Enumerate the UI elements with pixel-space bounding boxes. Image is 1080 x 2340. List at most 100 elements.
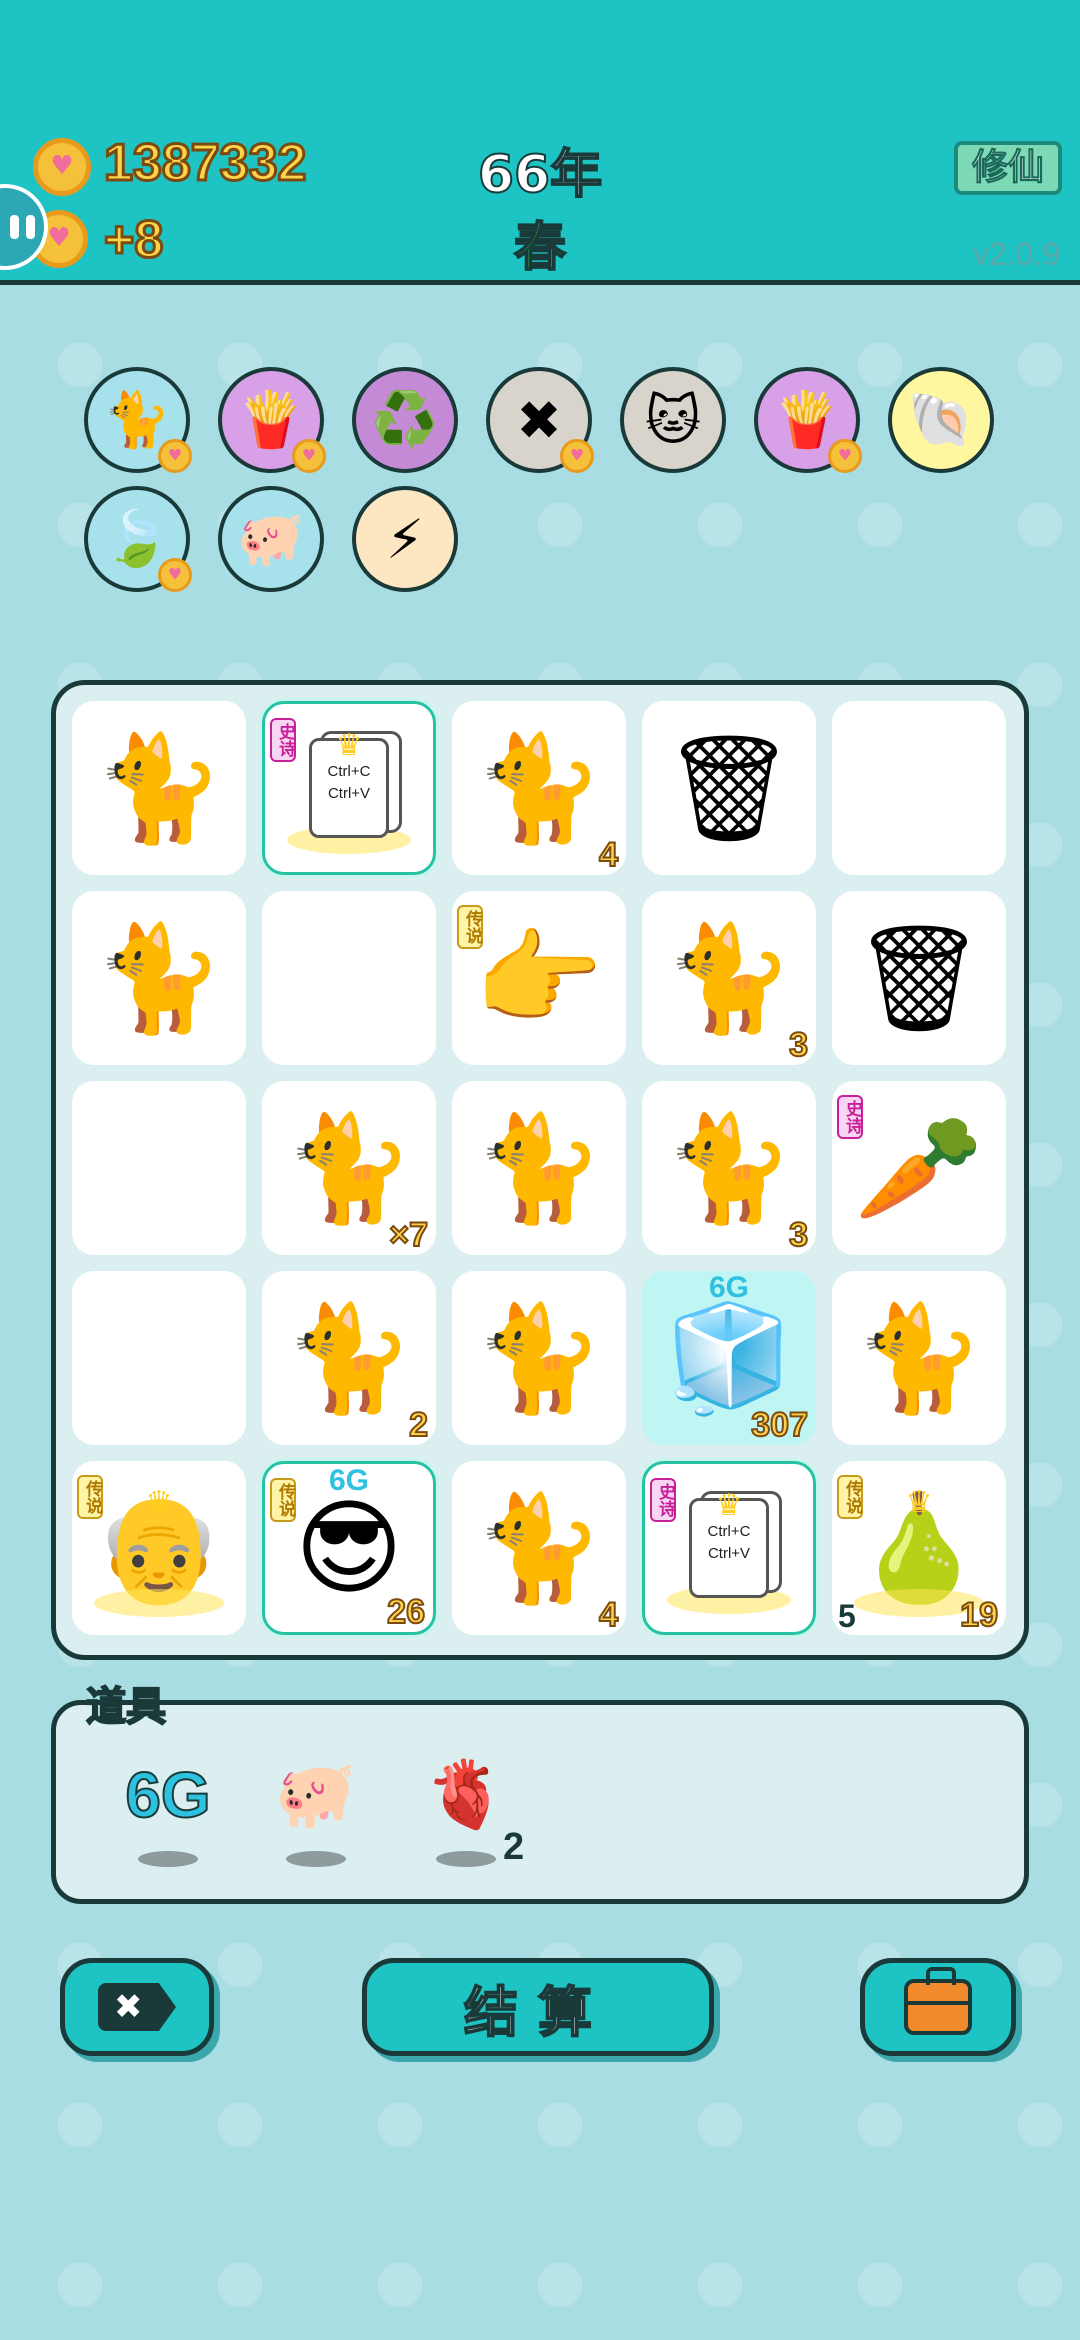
- item-count: 3: [788, 1025, 809, 1065]
- owned-item[interactable]: 🍃: [84, 486, 192, 592]
- owned-item[interactable]: 🐱: [620, 367, 726, 473]
- owned-item[interactable]: 🐖: [218, 486, 324, 592]
- liver-count: 2: [503, 1826, 525, 1868]
- props-label: 道具: [85, 1683, 167, 1731]
- cat-icon: 🐈: [94, 917, 224, 1039]
- card-text: Ctrl+V: [707, 1545, 751, 1562]
- cat-icon: 🐈: [284, 1107, 414, 1229]
- empty-cell[interactable]: [72, 1081, 246, 1255]
- heart-coin-icon: [292, 439, 326, 473]
- item-counter: 5: [838, 1598, 856, 1634]
- cat-icon: 🐈: [103, 388, 171, 451]
- board-cell[interactable]: 🐈 3: [642, 1081, 816, 1255]
- board-cell[interactable]: 😎 6G 传说 26: [262, 1461, 436, 1635]
- empty-cell[interactable]: [262, 891, 436, 1065]
- card-text: Ctrl+C: [327, 763, 371, 780]
- empty-cell[interactable]: [72, 1271, 246, 1445]
- board-cell[interactable]: 🐈: [452, 1271, 626, 1445]
- board-cell[interactable]: 👴 ♛ 传说: [72, 1461, 246, 1635]
- item-count: ×7: [388, 1215, 429, 1255]
- item-count: 307: [750, 1405, 809, 1445]
- cat-icon: 🐈: [284, 1297, 414, 1419]
- sunglasses-man-icon: 😎: [294, 1487, 404, 1609]
- fries-icon: 🍟: [773, 388, 841, 451]
- cat-icon: 🐈: [664, 1107, 794, 1229]
- board-cell[interactable]: 🍐 ♛ 传说 19 5: [832, 1461, 1006, 1635]
- board-cell[interactable]: 🧊 6G 307: [642, 1271, 816, 1445]
- rarity-tag: 史诗: [650, 1478, 676, 1522]
- board-cell[interactable]: 👉 传说: [452, 891, 626, 1065]
- garbage-bag-icon: 🗑: [852, 917, 986, 1039]
- board-cell[interactable]: 🐈: [72, 891, 246, 1065]
- delete-tag-icon: ✖: [516, 388, 562, 452]
- owned-item[interactable]: 🍟: [218, 367, 326, 473]
- piggy-bank-icon: 🐖: [274, 1756, 358, 1833]
- year-label: 66年: [477, 144, 603, 206]
- garbage-bag-icon: 🗑: [662, 727, 796, 849]
- liver-icon: 🫀: [424, 1756, 508, 1833]
- top-header: 1387332 +8 66年 春 修仙 v2.0.9: [0, 0, 1080, 285]
- cat-icon: 🐈: [854, 1297, 984, 1419]
- prop-6g[interactable]: 6G: [118, 1755, 218, 1885]
- owned-item[interactable]: ⚡: [352, 486, 458, 592]
- recycle-icon: ♻️: [371, 388, 439, 451]
- empty-cell[interactable]: [832, 701, 1006, 875]
- board-cell[interactable]: 🗑: [832, 891, 1006, 1065]
- rarity-tag: 史诗: [270, 718, 296, 762]
- crown-icon: ♛: [145, 1485, 173, 1520]
- settle-button[interactable]: 结算: [362, 1958, 714, 2056]
- board-cell[interactable]: 🐈 3: [642, 891, 816, 1065]
- board-cell[interactable]: 🐈: [832, 1271, 1006, 1445]
- board-cell[interactable]: Ctrl+C Ctrl+V ♛ 史诗: [642, 1461, 816, 1635]
- 6g-badge: 6G: [708, 1271, 750, 1304]
- prop-liver[interactable]: 🫀: [416, 1755, 516, 1885]
- owned-item[interactable]: ✖: [486, 367, 594, 473]
- cat-icon: 🐈: [474, 1107, 604, 1229]
- halo-glow: [94, 1589, 224, 1617]
- briefcase-icon: [904, 1967, 972, 2035]
- piggy-bank-icon: 🐖: [237, 507, 305, 570]
- card-text: Ctrl+V: [327, 785, 371, 802]
- item-count: 3: [788, 1215, 809, 1255]
- rarity-tag: 传说: [77, 1475, 103, 1519]
- card-text: Ctrl+C: [707, 1523, 751, 1540]
- board-cell[interactable]: 🥕 史诗: [832, 1081, 1006, 1255]
- pointing-hand-icon: 👉: [474, 917, 604, 1039]
- owned-item[interactable]: 🍟: [754, 367, 862, 473]
- carrot-icon: 🥕: [854, 1107, 984, 1229]
- crown-icon: ♛: [715, 1488, 743, 1523]
- cat-icon: 🐈: [474, 727, 604, 849]
- shell-icon: 🐚: [907, 388, 975, 451]
- cat-icon: 🐈: [474, 1297, 604, 1419]
- item-count: 4: [598, 1595, 619, 1635]
- heart-coin-icon: [158, 439, 192, 473]
- owned-item[interactable]: 🐈: [84, 367, 192, 473]
- board-cell[interactable]: 🗑: [642, 701, 816, 875]
- cat-icon: 🐈: [664, 917, 794, 1039]
- owned-item[interactable]: ♻️: [352, 367, 458, 473]
- board-cell[interactable]: Ctrl+C Ctrl+V ♛ 史诗: [262, 701, 436, 875]
- item-count: 19: [959, 1595, 999, 1635]
- board-cell[interactable]: 🐈: [72, 701, 246, 875]
- inventory-button[interactable]: [860, 1958, 1016, 2056]
- item-count: 4: [598, 835, 619, 875]
- delete-tag-icon: ✖: [98, 1983, 176, 2031]
- lightning-icon: ⚡: [386, 507, 424, 571]
- cat-icon: 🐈: [474, 1487, 604, 1609]
- season-label: 春: [513, 217, 567, 279]
- delete-button[interactable]: ✖: [60, 1958, 214, 2056]
- cultivate-button[interactable]: 修仙: [954, 141, 1062, 195]
- item-count: 26: [386, 1592, 426, 1632]
- rarity-tag: 史诗: [837, 1095, 863, 1139]
- two-cats-icon: 🐱: [644, 388, 702, 452]
- version-label: v2.0.9: [972, 236, 1060, 272]
- rarity-tag: 传说: [457, 905, 483, 949]
- prop-piggy-bank[interactable]: 🐖: [266, 1755, 366, 1885]
- board-cell[interactable]: 🐈 4: [452, 1461, 626, 1635]
- board-cell[interactable]: 🐈: [452, 1081, 626, 1255]
- board-cell[interactable]: 🐈 4: [452, 701, 626, 875]
- fridge-icon: 🧊: [664, 1297, 794, 1419]
- board-cell[interactable]: 🐈 ×7: [262, 1081, 436, 1255]
- owned-item[interactable]: 🐚: [888, 367, 994, 473]
- board-cell[interactable]: 🐈 2: [262, 1271, 436, 1445]
